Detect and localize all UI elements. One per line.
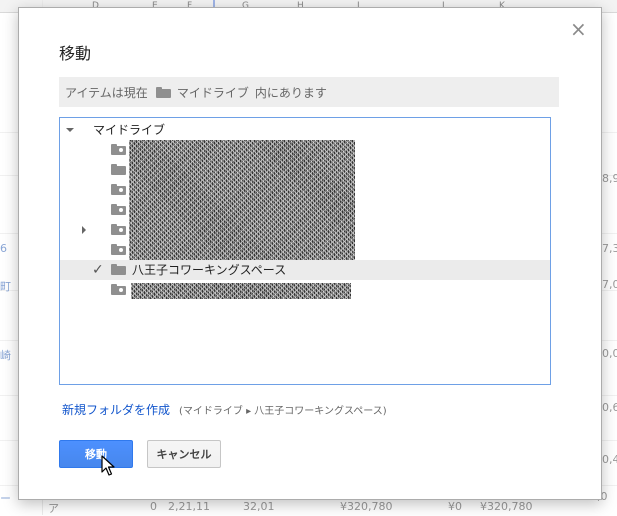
tree-folder-label: 八王子コワーキングスペース <box>132 263 287 277</box>
sheet-cell[interactable]: ア <box>48 500 59 516</box>
sheet-cell[interactable]: ¥0 <box>448 500 462 513</box>
shared-folder-icon <box>111 184 126 195</box>
sheet-cell[interactable]: 0 <box>150 500 157 513</box>
redacted-folder-name <box>131 283 351 299</box>
create-folder-path: (マイドライブ ▸ 八王子コワーキングスペース) <box>179 406 387 417</box>
sheet-cell[interactable]: 8,9 <box>602 172 617 185</box>
shared-folder-icon <box>111 204 126 215</box>
location-prefix: アイテムは現在 <box>65 85 148 100</box>
folder-icon <box>155 86 171 98</box>
current-location-bar: アイテムは現在 マイドライブ 内にあります <box>59 77 559 107</box>
sheet-cell[interactable]: ー <box>0 490 11 506</box>
expand-arrow-icon[interactable] <box>82 226 86 234</box>
sheet-cell[interactable]: 0,4 <box>602 453 617 466</box>
folder-tree[interactable]: マイドライブ ✓ 八王子コワーキングスペース <box>59 117 551 385</box>
check-icon: ✓ <box>92 262 104 278</box>
tree-folder-row-selected[interactable]: ✓ 八王子コワーキングスペース <box>60 260 550 280</box>
sheet-cell[interactable]: ¥320,780 <box>480 500 533 513</box>
sheet-cell[interactable]: 7,0 <box>602 278 617 291</box>
shared-folder-icon <box>111 244 126 255</box>
shared-folder-icon <box>111 144 126 155</box>
sheet-cell[interactable]: ¥320,780 <box>340 500 393 513</box>
move-dialog: × 移動 アイテムは現在 マイドライブ 内にあります マイドライブ ✓ 八王子コ… <box>18 7 602 500</box>
location-suffix: 内にあります <box>254 85 327 100</box>
sheet-cell[interactable]: 32,01 <box>243 500 275 513</box>
cancel-button[interactable]: キャンセル <box>147 440 221 468</box>
sheet-cell[interactable]: 6 <box>0 242 7 255</box>
location-folder: マイドライブ <box>176 85 249 100</box>
sheet-cell[interactable]: 町 <box>0 278 11 294</box>
move-button[interactable]: 移動 <box>59 440 133 468</box>
sheet-cell[interactable]: 崎 <box>0 347 11 363</box>
mouse-pointer-icon <box>101 455 115 476</box>
dialog-title: 移動 <box>59 44 92 63</box>
tree-root-row[interactable]: マイドライブ <box>60 120 550 140</box>
sheet-cell[interactable]: 2,21,11 <box>168 500 210 513</box>
sheet-cell[interactable]: 0,6 <box>602 401 617 414</box>
shared-folder-icon <box>111 284 126 295</box>
sheet-cell[interactable]: 7,3 <box>602 242 617 255</box>
folder-icon <box>111 164 126 175</box>
redacted-folder-names <box>129 140 355 260</box>
expand-arrow-icon[interactable] <box>66 128 74 132</box>
folder-icon <box>111 264 126 275</box>
close-icon[interactable]: × <box>570 19 587 39</box>
sheet-cell[interactable]: 0,0 <box>602 347 617 360</box>
create-folder-link[interactable]: 新規フォルダを作成 <box>62 401 170 418</box>
tree-root-label: マイドライブ <box>93 123 166 137</box>
shared-folder-icon <box>111 224 126 235</box>
